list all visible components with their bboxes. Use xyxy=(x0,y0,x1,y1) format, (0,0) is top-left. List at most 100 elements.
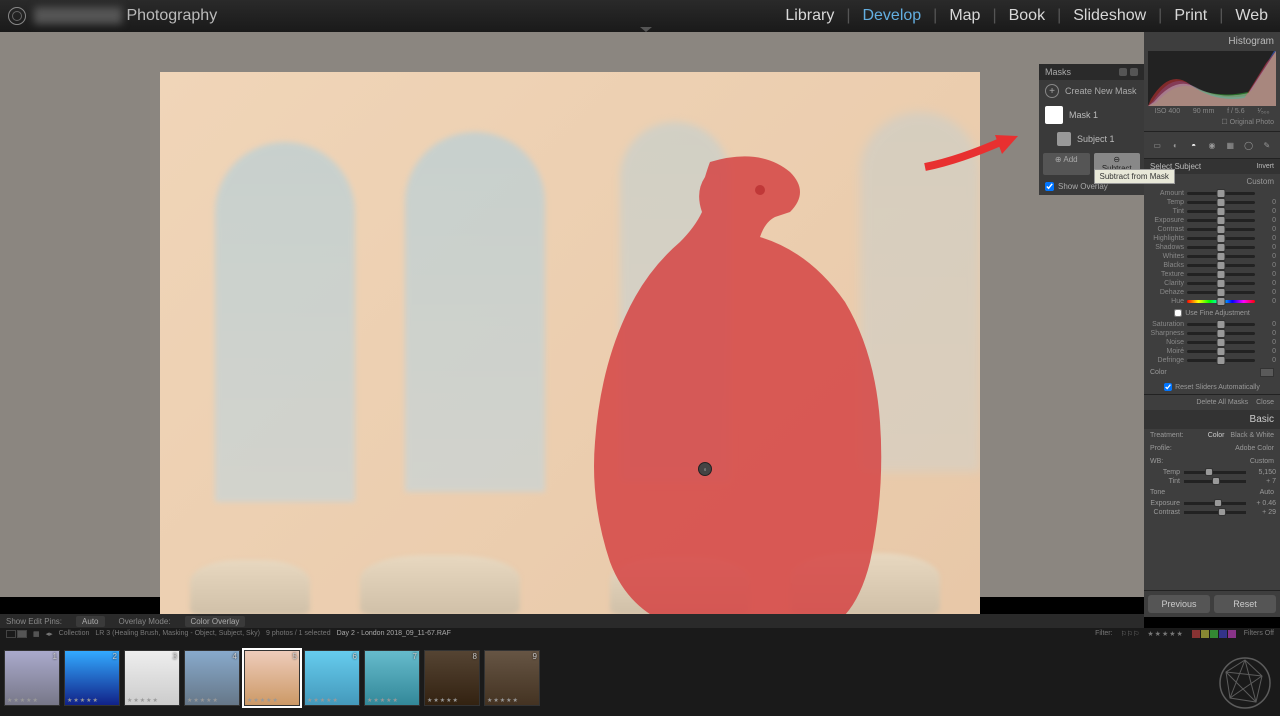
masks-panel: Masks +Create New Mask Mask 1 Subject 1 … xyxy=(1039,64,1144,195)
original-photo-label[interactable]: ☐ Original Photo xyxy=(1144,117,1280,127)
profile-label: Profile: xyxy=(1150,445,1172,452)
flag-filter-icon[interactable]: ⚐⚐⚐ xyxy=(1121,630,1140,638)
nav-buttons: Previous Reset xyxy=(1144,590,1280,617)
reset-auto-checkbox[interactable] xyxy=(1164,383,1172,391)
delete-all-masks-button[interactable]: Delete All Masks xyxy=(1196,399,1248,406)
radial-tool-icon[interactable]: ◯ xyxy=(1242,138,1256,152)
create-new-mask-button[interactable]: +Create New Mask xyxy=(1039,80,1144,102)
panel-close-icon[interactable] xyxy=(1130,68,1138,76)
blacks-slider[interactable] xyxy=(1187,264,1255,267)
masking-tool-icon[interactable]: ◓ xyxy=(1187,138,1201,152)
invert-button[interactable]: Invert xyxy=(1256,163,1274,170)
add-to-mask-button[interactable]: ⊕ Add xyxy=(1043,153,1090,175)
profile-dropdown[interactable]: Adobe Color xyxy=(1235,445,1274,452)
tint-slider[interactable] xyxy=(1187,210,1255,213)
previous-button[interactable]: Previous xyxy=(1148,595,1210,613)
highlights-slider[interactable] xyxy=(1187,237,1255,240)
contrast-slider[interactable] xyxy=(1187,228,1255,231)
filmstrip-thumbnail[interactable]: 8★★★★★ xyxy=(424,650,480,706)
mask-component-item[interactable]: Subject 1 xyxy=(1039,128,1144,150)
tint-slider[interactable] xyxy=(1184,480,1246,483)
amount-slider[interactable] xyxy=(1187,192,1255,195)
saturation-slider[interactable] xyxy=(1187,323,1255,326)
wb-label: WB: xyxy=(1150,458,1163,465)
fine-adjustment-checkbox[interactable] xyxy=(1174,309,1182,317)
filmstrip-info-bar: ▦ ◂▸ Collection LR 3 (Healing Brush, Mas… xyxy=(0,628,1280,639)
main-canvas: ◦ Masks +Create New Mask Mask 1 Subject … xyxy=(0,32,1280,597)
module-print[interactable]: Print xyxy=(1170,7,1211,25)
exposure-slider[interactable] xyxy=(1187,219,1255,222)
treatment-bw[interactable]: Black & White xyxy=(1230,432,1274,439)
mask-item[interactable]: Mask 1 xyxy=(1039,102,1144,128)
defringe-slider[interactable] xyxy=(1187,359,1255,362)
filmstrip-thumbnail[interactable]: 4★★★★★ xyxy=(184,650,240,706)
histogram-title[interactable]: Histogram xyxy=(1144,32,1280,51)
temp-slider[interactable] xyxy=(1184,471,1246,474)
treatment-color[interactable]: Color xyxy=(1208,432,1225,439)
second-window-icon[interactable] xyxy=(6,630,27,638)
wb-dropdown[interactable]: Custom xyxy=(1250,458,1274,465)
identity-plate: xxxxx Photography xyxy=(34,7,217,25)
masks-panel-title: Masks xyxy=(1045,67,1071,77)
basic-panel-title[interactable]: Basic xyxy=(1144,410,1280,429)
breadcrumb[interactable]: LR 3 (Healing Brush, Masking - Object, S… xyxy=(95,630,260,637)
overlay-mode-dropdown[interactable]: Color Overlay xyxy=(185,616,246,627)
hue-slider[interactable] xyxy=(1187,300,1255,303)
module-library[interactable]: Library xyxy=(781,7,838,25)
dehaze-slider[interactable] xyxy=(1187,291,1255,294)
noise-slider[interactable] xyxy=(1187,341,1255,344)
show-pins-dropdown[interactable]: Auto xyxy=(76,616,104,627)
filmstrip-thumbnail[interactable]: 5★★★★★ xyxy=(244,650,300,706)
watermark-logo-icon xyxy=(1218,656,1272,710)
temp-slider[interactable] xyxy=(1187,201,1255,204)
auto-tone-button[interactable]: Auto xyxy=(1260,489,1274,496)
current-photo-name: Day 2 - London 2018_09_11-67.RAF xyxy=(337,630,451,637)
grid-view-icon[interactable]: ▦ xyxy=(33,630,40,638)
subtract-from-mask-button[interactable]: ⊖ Subtract Subtract from Mask xyxy=(1094,153,1141,175)
crop-tool-icon[interactable]: ▭ xyxy=(1150,138,1164,152)
shadows-slider[interactable] xyxy=(1187,246,1255,249)
redeye-tool-icon[interactable]: ◉ xyxy=(1205,138,1219,152)
filmstrip-thumbnail[interactable]: 2★★★★★ xyxy=(64,650,120,706)
clarity-slider[interactable] xyxy=(1187,282,1255,285)
module-book[interactable]: Book xyxy=(1005,7,1049,25)
filmstrip-thumbnail[interactable]: 1★★★★★ xyxy=(4,650,60,706)
module-slideshow[interactable]: Slideshow xyxy=(1069,7,1150,25)
filmstrip-thumbnail[interactable]: 6★★★★★ xyxy=(304,650,360,706)
photo-preview[interactable]: ◦ xyxy=(160,72,980,615)
right-panel: Histogram ISO 40090 mmf / 5.6¹⁄₅₀₀ ☐ Ori… xyxy=(1144,32,1280,617)
treatment-label: Treatment: xyxy=(1150,432,1184,439)
color-label-filter[interactable] xyxy=(1192,630,1236,638)
heal-tool-icon[interactable]: ◐ xyxy=(1168,138,1182,152)
top-bar: xxxxx Photography Library|Develop|Map|Bo… xyxy=(0,0,1280,32)
filmstrip-thumbnail[interactable]: 7★★★★★ xyxy=(364,650,420,706)
app-logo-icon xyxy=(8,7,26,25)
filmstrip-thumbnail[interactable]: 3★★★★★ xyxy=(124,650,180,706)
gradient-tool-icon[interactable]: ▦ xyxy=(1223,138,1237,152)
panel-min-icon[interactable] xyxy=(1119,68,1127,76)
brush-tool-icon[interactable]: ✎ xyxy=(1260,138,1274,152)
effect-dropdown[interactable]: Custom xyxy=(1246,177,1274,186)
show-overlay-checkbox[interactable] xyxy=(1045,182,1054,191)
reset-button[interactable]: Reset xyxy=(1214,595,1276,613)
module-web[interactable]: Web xyxy=(1231,7,1272,25)
close-mask-button[interactable]: Close xyxy=(1256,399,1274,406)
filmstrip-thumbnail[interactable]: 9★★★★★ xyxy=(484,650,540,706)
contrast-slider[interactable] xyxy=(1184,511,1246,514)
module-picker: Library|Develop|Map|Book|Slideshow|Print… xyxy=(781,7,1272,25)
whites-slider[interactable] xyxy=(1187,255,1255,258)
color-swatch[interactable] xyxy=(1260,368,1274,377)
sharpness-slider[interactable] xyxy=(1187,332,1255,335)
texture-slider[interactable] xyxy=(1187,273,1255,276)
moiré-slider[interactable] xyxy=(1187,350,1255,353)
module-develop[interactable]: Develop xyxy=(858,7,925,25)
mask-pin-icon[interactable]: ◦ xyxy=(698,462,712,476)
filters-off-button[interactable]: Filters Off xyxy=(1244,630,1274,637)
rating-filter[interactable]: ★★★★★ xyxy=(1147,630,1183,638)
toolbar: Show Edit Pins:Auto Overlay Mode:Color O… xyxy=(0,614,1144,628)
module-map[interactable]: Map xyxy=(945,7,984,25)
histogram[interactable] xyxy=(1148,51,1276,106)
exposure-slider[interactable] xyxy=(1184,502,1246,505)
mask-thumbnail xyxy=(1057,132,1071,146)
plus-icon: + xyxy=(1045,84,1059,98)
